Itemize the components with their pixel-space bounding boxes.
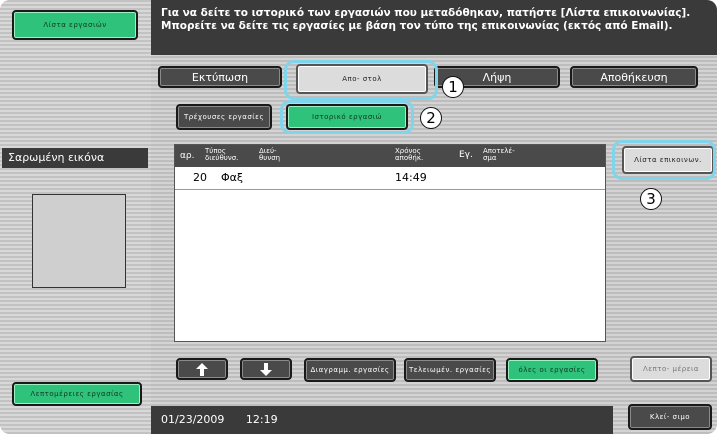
table-header: αρ. Τύπος διεύθυνσ. Διεύ- θυνση Χρόνος α… xyxy=(175,145,605,167)
col-result: Αποτελέ- σμα xyxy=(483,147,515,162)
job-list-screen: Για να δείτε το ιστορικό των εργασιών πο… xyxy=(0,0,717,434)
close-button[interactable]: Κλεί- σιμο xyxy=(628,404,712,430)
col-type: Τύπος διεύθυνσ. xyxy=(205,147,239,162)
col-time: Χρόνος αποθήκ. xyxy=(395,147,424,162)
status-bar: 01/23/2009 12:19 xyxy=(151,406,613,434)
scroll-up-button[interactable] xyxy=(176,358,228,380)
instruction-line-1: Για να δείτε το ιστορικό των εργασιών πο… xyxy=(161,7,691,19)
scanned-image-label: Σαρωμένη εικόνα xyxy=(2,148,148,168)
callout-ring-comm-list xyxy=(612,140,716,180)
arrow-up-icon xyxy=(196,362,208,376)
footer-date: 01/23/2009 xyxy=(161,413,225,426)
scanned-image-preview xyxy=(32,194,126,288)
tab-print[interactable]: Εκτύπωση xyxy=(158,66,282,88)
delete-jobs-button[interactable]: Διαγραμμ. εργασίες xyxy=(304,358,396,382)
cell-type: Φαξ xyxy=(221,171,244,184)
scroll-down-button[interactable] xyxy=(240,358,292,380)
cell-time: 14:49 xyxy=(395,171,427,184)
details-button[interactable]: Λεπτο- μέρεια xyxy=(630,356,712,382)
job-details-button[interactable]: Λεπτομέρειες εργασίας xyxy=(12,382,142,406)
col-address: Διεύ- θυνση xyxy=(259,147,281,162)
callout-number-2: 2 xyxy=(420,107,442,129)
col-count: Εγ. xyxy=(459,150,473,160)
col-no: αρ. xyxy=(180,151,195,161)
instruction-header: Για να δείτε το ιστορικό των εργασιών πο… xyxy=(151,0,717,55)
job-history-table: αρ. Τύπος διεύθυνσ. Διεύ- θυνση Χρόνος α… xyxy=(174,144,606,342)
job-list-button[interactable]: Λίστα εργασιών xyxy=(12,10,138,40)
tab-current-jobs[interactable]: Τρέχουσες εργασίες xyxy=(176,104,272,130)
cell-no: 20 xyxy=(193,171,207,184)
arrow-down-icon xyxy=(260,362,272,376)
instruction-line-2: Μπορείτε να δείτε τις εργασίες με βάση τ… xyxy=(161,20,673,32)
all-jobs-button[interactable]: όλες οι εργασίες xyxy=(506,358,598,382)
callout-ring-history-tab xyxy=(280,100,414,134)
table-row[interactable]: 20 Φαξ 14:49 xyxy=(175,167,605,190)
tab-save[interactable]: Αποθήκευση xyxy=(570,66,698,88)
footer-time: 12:19 xyxy=(245,413,278,426)
finished-jobs-button[interactable]: Τελειωμέν. εργασίες xyxy=(404,358,496,382)
callout-number-1: 1 xyxy=(442,76,464,98)
callout-ring-send-tab xyxy=(284,60,438,100)
callout-number-3: 3 xyxy=(640,188,662,210)
